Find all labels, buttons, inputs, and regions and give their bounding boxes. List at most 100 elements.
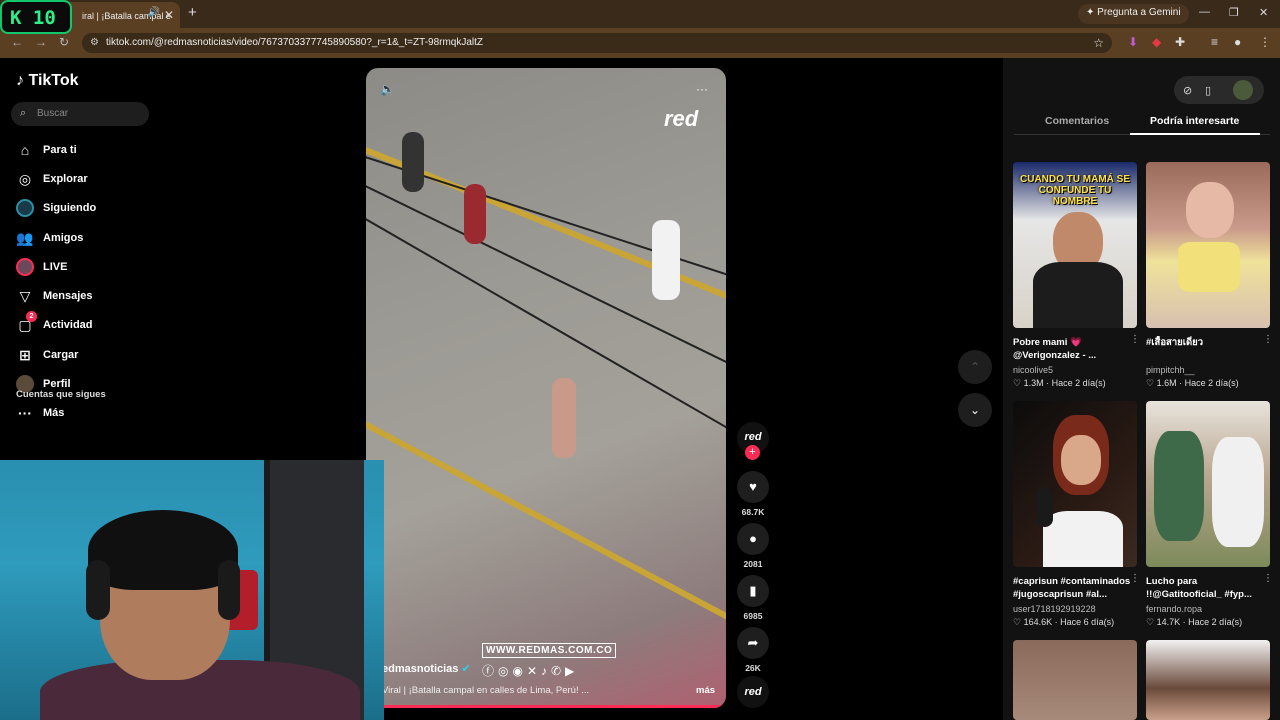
home-icon: ⌂: [20, 142, 30, 158]
sidebar-item-mensajes[interactable]: ▽ Mensajes: [16, 286, 93, 306]
window-close-icon[interactable]: ✕: [1259, 6, 1268, 19]
site-watermark: WWW.REDMAS.COM.CO: [482, 643, 617, 658]
card-more-icon[interactable]: ⋮: [1130, 334, 1140, 345]
card-time: Hace 2 día(s): [1188, 617, 1243, 627]
card-more-icon[interactable]: ⋮: [1130, 573, 1140, 584]
sidebar-item-cargar[interactable]: ⊞ Cargar: [16, 345, 78, 365]
comment-button[interactable]: ●: [737, 523, 769, 555]
recommended-card[interactable]: [1146, 640, 1270, 720]
card-thumbnail: [1146, 162, 1270, 328]
save-button[interactable]: ▮: [737, 575, 769, 607]
share-button[interactable]: ➦: [737, 627, 769, 659]
site-info-icon[interactable]: ⚙: [90, 37, 99, 48]
follow-plus-button[interactable]: +: [745, 445, 760, 460]
sidebar-item-amigos[interactable]: 👥 Amigos: [16, 228, 83, 248]
tab-podria-interesarte[interactable]: Podría interesarte: [1150, 115, 1239, 127]
card-meta: ♡ 14.7K · Hace 2 día(s): [1146, 617, 1243, 627]
streamer-hair: [88, 510, 238, 590]
tiktok-logo[interactable]: ♪ TikTok: [16, 72, 79, 90]
chevron-up-icon: ⌃: [969, 360, 981, 374]
person-figure: [1178, 242, 1240, 292]
new-tab-icon[interactable]: +: [188, 4, 197, 21]
card-user[interactable]: nicoolive5: [1013, 365, 1137, 375]
following-avatar: [16, 199, 34, 217]
card-user[interactable]: pimpitchh__: [1146, 365, 1270, 375]
person-figure: [1043, 511, 1123, 567]
sidebar-item-label: Siguiendo: [43, 202, 97, 214]
heart-icon: ♡: [1013, 378, 1022, 388]
recommended-card[interactable]: #เสื้อสายเดี่ยว ⋮ pimpitchh__ ♡ 1.6M · H…: [1146, 162, 1273, 389]
bookmark-icon: ▮: [749, 583, 757, 598]
card-more-icon[interactable]: ⋮: [1263, 573, 1273, 584]
friends-icon: 👥: [16, 229, 34, 246]
sidebar-item-explorar[interactable]: ◎ Explorar: [16, 169, 88, 189]
download-ext-icon[interactable]: ⬇: [1128, 35, 1138, 49]
restore-icon[interactable]: ❐: [1229, 6, 1239, 19]
card-time: Hace 2 día(s): [1051, 378, 1106, 388]
recommended-card[interactable]: Lucho para !!@Gatitooficial_ #fyp... ⋮ f…: [1146, 401, 1273, 628]
card-user[interactable]: fernando.ropa: [1146, 604, 1270, 614]
comment-icon: ●: [749, 531, 757, 546]
minimize-icon[interactable]: —: [1199, 6, 1210, 18]
forward-icon[interactable]: →: [35, 35, 47, 49]
video-progress-bar[interactable]: [366, 705, 726, 708]
card-thumbnail: CUANDO TU MAMÁ SE CONFUNDE TU NOMBRE: [1013, 162, 1137, 328]
media-control-icon[interactable]: ≡: [1211, 35, 1218, 49]
card-title: Pobre mami 💗 @Verigonzalez - ...: [1013, 337, 1097, 361]
headphones: [86, 560, 110, 620]
browser-menu-icon[interactable]: ⋮: [1259, 35, 1271, 49]
recommended-card[interactable]: #caprisun #contaminados #jugoscaprisun #…: [1013, 401, 1140, 628]
verified-icon: ✔: [461, 663, 471, 675]
gemini-button[interactable]: ✦ Pregunta a Gemini: [1078, 4, 1189, 24]
previous-video-button[interactable]: ⌃: [958, 350, 992, 384]
browser-tab[interactable]: iral | ¡Batalla campal e 🔊 ✕: [58, 2, 180, 28]
back-icon[interactable]: ←: [11, 35, 23, 49]
card-thumbnail: [1013, 640, 1137, 720]
user-avatar[interactable]: [1233, 80, 1253, 100]
sidebar-item-live[interactable]: LIVE: [16, 257, 67, 277]
volume-icon[interactable]: 🔈: [380, 82, 395, 96]
url-text: tiktok.com/@redmasnoticias/video/7673703…: [106, 37, 484, 48]
card-more-icon[interactable]: ⋮: [1263, 334, 1273, 345]
sidebar-item-actividad[interactable]: ▢ 2 Actividad: [16, 310, 93, 335]
card-meta: ♡ 1.3M · Hace 2 día(s): [1013, 378, 1106, 388]
url-field[interactable]: ⚙ tiktok.com/@redmasnoticias/video/76737…: [82, 33, 1112, 53]
sidebar-item-label: Actividad: [43, 319, 93, 331]
person-figure: [1212, 437, 1264, 547]
extension-icon[interactable]: ◆: [1152, 35, 1161, 49]
sidebar-item-mas[interactable]: ··· Más: [16, 403, 64, 423]
sidebar-item-siguiendo[interactable]: Siguiendo: [16, 198, 96, 218]
webcam-overlay: [0, 460, 384, 720]
sidebar-item-para-ti[interactable]: ⌂ Para ti: [16, 140, 77, 160]
share-icon: ➦: [747, 635, 759, 650]
next-video-button[interactable]: ⌄: [958, 393, 992, 427]
recommended-card[interactable]: [1013, 640, 1137, 720]
speaker-icon[interactable]: 🔊: [148, 7, 160, 18]
heart-icon: ♡: [1146, 617, 1155, 627]
sound-disc[interactable]: red: [737, 676, 769, 708]
profile-icon[interactable]: ●: [1234, 35, 1241, 49]
extensions-puzzle-icon[interactable]: ✚: [1175, 35, 1185, 49]
recommended-card[interactable]: CUANDO TU MAMÁ SE CONFUNDE TU NOMBRE Pob…: [1013, 162, 1140, 389]
road-line: [366, 415, 726, 647]
compass-icon[interactable]: ⊘: [1183, 84, 1192, 97]
comment-count: 2081: [743, 559, 763, 569]
video-player[interactable]: 🔈 ··· red WWW.REDMAS.COM.CO edmasnoticia…: [366, 68, 726, 708]
bookmark-star-icon[interactable]: ☆: [1093, 36, 1104, 50]
like-button[interactable]: ♥: [737, 471, 769, 503]
card-user[interactable]: user1718192919228: [1013, 604, 1137, 614]
person-figure: [552, 378, 576, 458]
like-count: 68.7K: [741, 507, 765, 517]
search-input[interactable]: ⌕ Buscar: [11, 102, 149, 126]
sidebar-item-label: Amigos: [43, 232, 84, 244]
close-icon[interactable]: ✕: [164, 8, 174, 22]
reload-icon[interactable]: ↻: [59, 35, 69, 49]
sidebar-item-label: Más: [43, 407, 65, 419]
share-count: 26K: [745, 663, 761, 673]
device-icon[interactable]: ▯: [1205, 84, 1211, 97]
video-author[interactable]: edmasnoticias ✔: [382, 662, 471, 675]
tab-comentarios[interactable]: Comentarios: [1045, 115, 1109, 127]
gemini-label: Pregunta a Gemini: [1097, 7, 1181, 18]
video-more-icon[interactable]: ···: [696, 82, 708, 96]
caption-more-link[interactable]: más: [696, 685, 715, 696]
